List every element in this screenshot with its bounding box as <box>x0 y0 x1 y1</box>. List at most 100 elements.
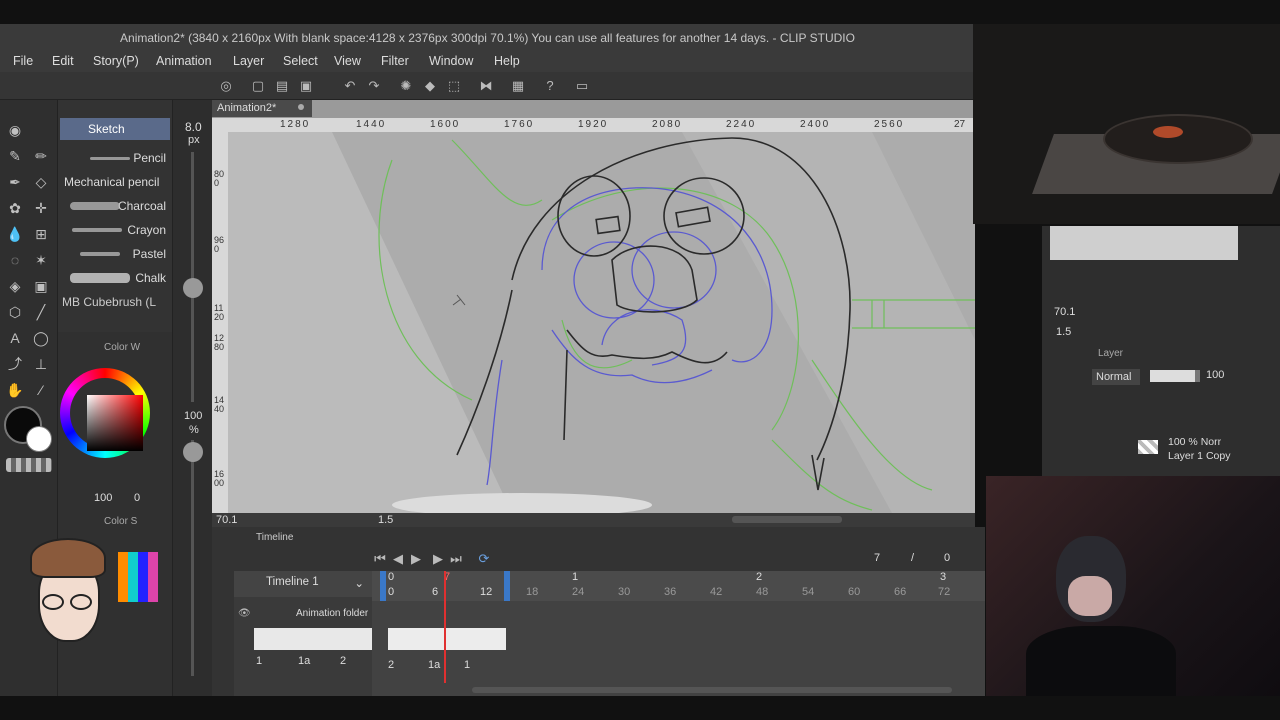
play-icon[interactable]: ▶ <box>408 551 424 567</box>
transform-icon[interactable]: ⬚ <box>446 78 462 94</box>
timeline-track[interactable]: 2 1a 1 <box>372 601 985 696</box>
brush-icon[interactable]: ✒ <box>5 172 25 192</box>
navigator-rotation-value[interactable]: 1.5 <box>1056 326 1071 338</box>
vinyl-label <box>1153 126 1183 138</box>
loading-icon[interactable]: ✺ <box>398 78 414 94</box>
eraser-icon[interactable]: ◇ <box>31 172 51 192</box>
auto-select-icon[interactable]: ✶ <box>31 250 51 270</box>
flip-icon[interactable]: ⧓ <box>478 78 494 94</box>
menu-filter[interactable]: Filter <box>381 54 409 68</box>
brush-charcoal[interactable]: Charcoal <box>60 195 170 217</box>
line-icon[interactable]: ╱ <box>31 302 51 322</box>
pencil-icon[interactable]: ✏ <box>31 146 51 166</box>
color-set-swatches[interactable] <box>118 552 158 602</box>
timeline-layer-list: Timeline 1 ⌄ Animation folder 👁 1 1a 2 <box>234 571 372 696</box>
canvas-h-scrollbar[interactable] <box>732 516 842 523</box>
timeline-select[interactable]: Timeline 1 ⌄ <box>234 571 372 597</box>
close-tab-icon[interactable] <box>298 104 304 110</box>
clip-studio-icon[interactable]: ◎ <box>218 78 234 94</box>
canvas-rotation-value[interactable]: 1.5 <box>378 514 393 526</box>
help-icon[interactable]: ? <box>542 78 558 94</box>
last-frame-icon[interactable]: ⏭ <box>448 551 464 567</box>
gradient-icon[interactable]: ▣ <box>31 276 51 296</box>
hand-icon[interactable]: ✋ <box>5 380 25 400</box>
brush-size-thumb[interactable] <box>183 278 203 298</box>
new-file-icon[interactable]: ▢ <box>250 78 266 94</box>
layer-opacity-slider[interactable] <box>1150 370 1200 382</box>
brush-pencil[interactable]: Pencil <box>60 147 170 169</box>
start-marker[interactable] <box>380 571 386 601</box>
folder-cell-strip[interactable] <box>254 628 372 650</box>
grid-icon[interactable]: ▦ <box>510 78 526 94</box>
menu-select[interactable]: Select <box>283 54 318 68</box>
screen-icon[interactable]: ▭ <box>574 78 590 94</box>
balloon-icon[interactable]: ◯ <box>31 328 51 348</box>
move-icon[interactable]: ◉ <box>5 120 25 140</box>
menu-story[interactable]: Story(P) <box>93 54 139 68</box>
ruler-label: 1600 <box>214 469 225 488</box>
folder-label: Animation folder <box>296 608 369 619</box>
ruler-label: 2560 <box>874 119 905 130</box>
operation-icon[interactable]: ✛ <box>31 198 51 218</box>
navigator-zoom-value[interactable]: 70.1 <box>1054 306 1075 318</box>
lasso-icon[interactable]: ◌ <box>5 250 25 270</box>
brush-pastel[interactable]: Pastel <box>60 243 170 265</box>
layer-name[interactable]: Layer 1 Copy <box>1168 450 1230 462</box>
canvas-zoom-value[interactable]: 70.1 <box>216 514 237 526</box>
text-icon[interactable]: A <box>5 328 25 348</box>
navigator-preview[interactable] <box>1050 226 1238 260</box>
blend-icon[interactable]: 💧 <box>5 224 25 244</box>
pen-icon[interactable]: ✎ <box>5 146 25 166</box>
saturation-value-square[interactable] <box>87 395 143 451</box>
brush-mb-cubebrush[interactable]: MB Cubebrush (L <box>60 291 170 313</box>
brush-size-slider[interactable] <box>191 152 194 402</box>
menu-animation[interactable]: Animation <box>156 54 212 68</box>
eye-icon[interactable]: 👁 <box>238 608 251 619</box>
canvas-area[interactable] <box>212 100 975 513</box>
opacity-thumb[interactable] <box>183 442 203 462</box>
eyedropper-icon[interactable]: ⁄ <box>31 380 51 400</box>
figure-icon[interactable]: ⬡ <box>5 302 25 322</box>
transparent-color-swatch[interactable] <box>6 458 52 472</box>
sketch-canvas[interactable] <box>212 100 975 513</box>
correct-line-icon[interactable]: ⤴ <box>5 354 25 374</box>
menu-view[interactable]: View <box>334 54 361 68</box>
decoration-icon[interactable]: ✿ <box>5 198 25 218</box>
brush-crayon[interactable]: Crayon <box>60 219 170 241</box>
layer-panel-title: Layer <box>1098 348 1124 359</box>
ruler-label: 1920 <box>578 119 609 130</box>
brush-label: Charcoal <box>117 199 166 213</box>
track-cells[interactable] <box>388 628 506 650</box>
command-bar: ◎ ▢ ▤ ▣ ↶ ↷ ✺ ◆ ⬚ ⧓ ▦ ? ▭ <box>0 72 975 100</box>
menu-window[interactable]: Window <box>429 54 473 68</box>
brush-mechanical-pencil[interactable]: Mechanical pencil <box>60 171 170 193</box>
save-icon[interactable]: ▣ <box>298 78 314 94</box>
blend-mode-select[interactable]: Normal <box>1092 369 1140 385</box>
layer-opacity-value[interactable]: 100 <box>1206 369 1224 381</box>
undo-icon[interactable]: ↶ <box>342 78 358 94</box>
end-marker[interactable] <box>504 571 510 601</box>
timeline-scrollbar[interactable] <box>472 687 952 693</box>
loop-icon[interactable]: ⟳ <box>476 551 492 567</box>
prev-frame-icon[interactable]: ◀ <box>390 551 406 567</box>
sub-color-swatch[interactable] <box>26 426 52 452</box>
playhead[interactable] <box>444 571 446 683</box>
fill-bucket-icon[interactable]: ◈ <box>5 276 25 296</box>
redo-icon[interactable]: ↷ <box>366 78 382 94</box>
next-frame-icon[interactable]: ▶ <box>430 551 446 567</box>
ruler-icon[interactable]: ⊥ <box>31 354 51 374</box>
document-tab[interactable]: Animation2* <box>212 100 312 117</box>
menu-help[interactable]: Help <box>494 54 520 68</box>
first-frame-icon[interactable]: ⏮ <box>372 551 388 567</box>
brush-chalk[interactable]: Chalk <box>60 267 170 289</box>
menu-layer[interactable]: Layer <box>233 54 264 68</box>
fill-icon[interactable]: ◆ <box>422 78 438 94</box>
folder-cell-label: 2 <box>340 655 347 667</box>
subtool-group-sketch[interactable]: Sketch <box>60 118 170 140</box>
menu-file[interactable]: File <box>13 54 33 68</box>
frame-icon[interactable]: ⊞ <box>31 224 51 244</box>
ruler-label: 1120 <box>214 303 225 322</box>
open-file-icon[interactable]: ▤ <box>274 78 290 94</box>
opacity-slider[interactable] <box>191 440 194 676</box>
menu-edit[interactable]: Edit <box>52 54 74 68</box>
